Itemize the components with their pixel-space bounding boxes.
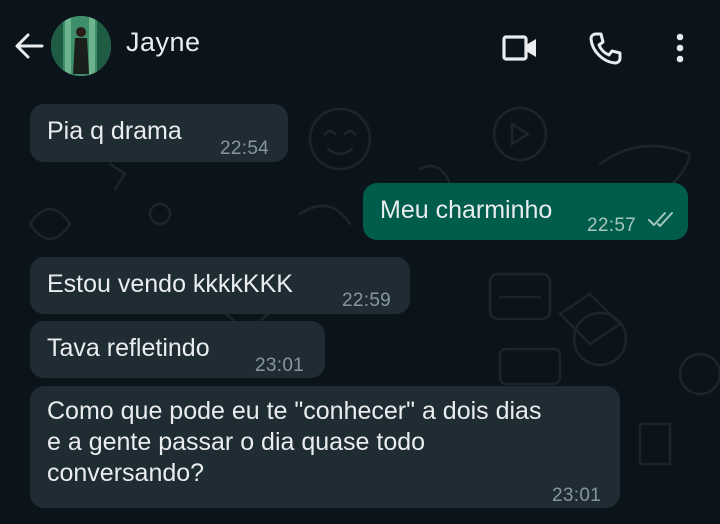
contact-name[interactable]: Jayne <box>126 27 201 58</box>
message-time: 23:01 <box>552 485 602 506</box>
back-arrow-icon[interactable] <box>12 29 46 63</box>
double-check-icon <box>648 212 673 227</box>
chat-area[interactable]: Pia q drama 22:54 Meu charminho 22:57 Es… <box>0 94 720 524</box>
message-bubble-incoming[interactable]: Estou vendo kkkkKKK 22:59 <box>30 257 410 314</box>
avatar[interactable] <box>51 16 111 76</box>
message-time: 22:57 <box>587 215 637 236</box>
message-text: Tava refletindo <box>47 334 210 362</box>
message-bubble-incoming[interactable]: Pia q drama 22:54 <box>30 104 288 162</box>
message-text: Estou vendo kkkkKKK <box>47 270 293 298</box>
chat-header: Jayne <box>0 0 720 94</box>
voice-call-icon[interactable] <box>585 28 625 68</box>
message-bubble-incoming[interactable]: Como que pode eu te "conhecer" a dois di… <box>30 386 620 508</box>
more-options-icon[interactable] <box>660 28 700 68</box>
message-text: Como que pode eu te "conhecer" a dois di… <box>47 397 542 487</box>
message-text: Meu charminho <box>380 196 553 224</box>
message-time: 23:01 <box>255 355 305 376</box>
message-text: Pia q drama <box>47 117 182 145</box>
video-call-icon[interactable] <box>500 28 540 68</box>
message-time: 22:59 <box>342 290 392 311</box>
message-time: 22:54 <box>220 138 270 159</box>
message-bubble-incoming[interactable]: Tava refletindo 23:01 <box>30 321 325 378</box>
message-bubble-outgoing[interactable]: Meu charminho 22:57 <box>363 183 688 240</box>
